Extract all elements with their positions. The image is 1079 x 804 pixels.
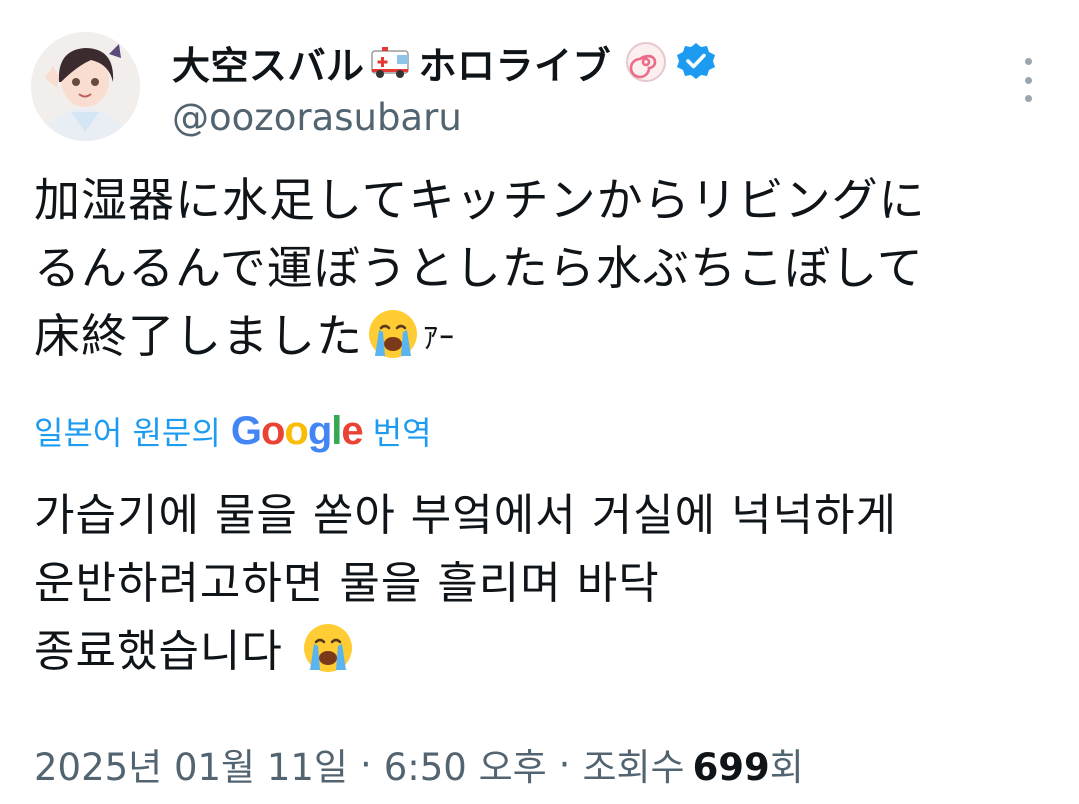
google-letter: o bbox=[260, 408, 285, 453]
tweet-text-line: 加湿器に水足してキッチンからリビングに bbox=[34, 173, 926, 227]
tweet-text: 加湿器に水足してキッチンからリビングに るんるんで運ぼうとしたら水ぶちこぼして … bbox=[34, 166, 1044, 373]
more-options-icon[interactable] bbox=[1010, 58, 1046, 102]
tweet-text-line: るんるんで運ぼうとしたら水ぶちこぼして bbox=[34, 241, 924, 295]
translated-text: 가습기에 물을 쏟아 부엌에서 거실에 넉넉하게 운반하려고하면 물을 흘리며 … bbox=[34, 482, 1044, 686]
translate-prefix: 일본어 원문의 bbox=[34, 414, 221, 452]
author-name-row[interactable]: 大空スバル ホロライブ bbox=[172, 32, 719, 92]
google-letter: g bbox=[307, 408, 332, 453]
author-handle[interactable]: @oozorasubaru bbox=[172, 96, 462, 139]
tweet-text-line: 床終了しました ｱｰ bbox=[34, 302, 1044, 373]
ambulance-icon bbox=[369, 39, 415, 85]
display-name-suffix[interactable]: ホロライブ bbox=[419, 35, 612, 90]
display-name[interactable]: 大空スバル bbox=[172, 35, 365, 90]
google-letter: l bbox=[331, 408, 342, 453]
translated-text-segment: 종료했습니다 bbox=[34, 626, 283, 677]
views-count: 699 bbox=[692, 746, 770, 789]
meta-separator: · bbox=[359, 742, 372, 786]
google-logo: Google bbox=[230, 408, 364, 454]
translated-text-line: 가습기에 물을 쏟아 부엌에서 거실에 넉넉하게 bbox=[34, 490, 898, 541]
translated-text-line: 운반하려고하면 물을 흘리며 바닥 bbox=[34, 558, 660, 609]
translated-text-line: 종료했습니다 bbox=[34, 618, 1044, 686]
tweet-text-suffix: ｱｰ bbox=[423, 321, 455, 356]
verified-badge-icon bbox=[673, 39, 719, 85]
google-letter: e bbox=[341, 408, 363, 453]
avatar[interactable] bbox=[31, 32, 140, 141]
meta-separator: · bbox=[558, 742, 571, 786]
tweet-text-segment: 床終了しました bbox=[34, 309, 363, 363]
tweet-meta: 2025년 01월 11일 · 6:50 오후 · 조회수 699회 bbox=[34, 736, 804, 792]
translate-suffix: 번역 bbox=[372, 414, 432, 452]
translate-link[interactable]: 일본어 원문의 Google 번역 bbox=[34, 405, 432, 457]
tweet: 大空スバル ホロライブ @oozorasubaru 加湿器に水足してキッチンから… bbox=[0, 0, 1079, 804]
crying-face-emoji-icon bbox=[300, 620, 356, 676]
crying-face-emoji-icon bbox=[365, 306, 421, 362]
views-unit: 회 bbox=[769, 746, 804, 789]
views-value[interactable]: 699회 bbox=[693, 737, 804, 791]
google-letter: o bbox=[284, 408, 308, 453]
google-letter: G bbox=[230, 408, 262, 453]
tweet-time[interactable]: 6:50 오후 bbox=[384, 737, 547, 791]
tweet-date[interactable]: 2025년 01월 11일 bbox=[34, 737, 348, 791]
naruto-badge-icon bbox=[623, 39, 669, 85]
views-label: 조회수 bbox=[582, 746, 685, 789]
